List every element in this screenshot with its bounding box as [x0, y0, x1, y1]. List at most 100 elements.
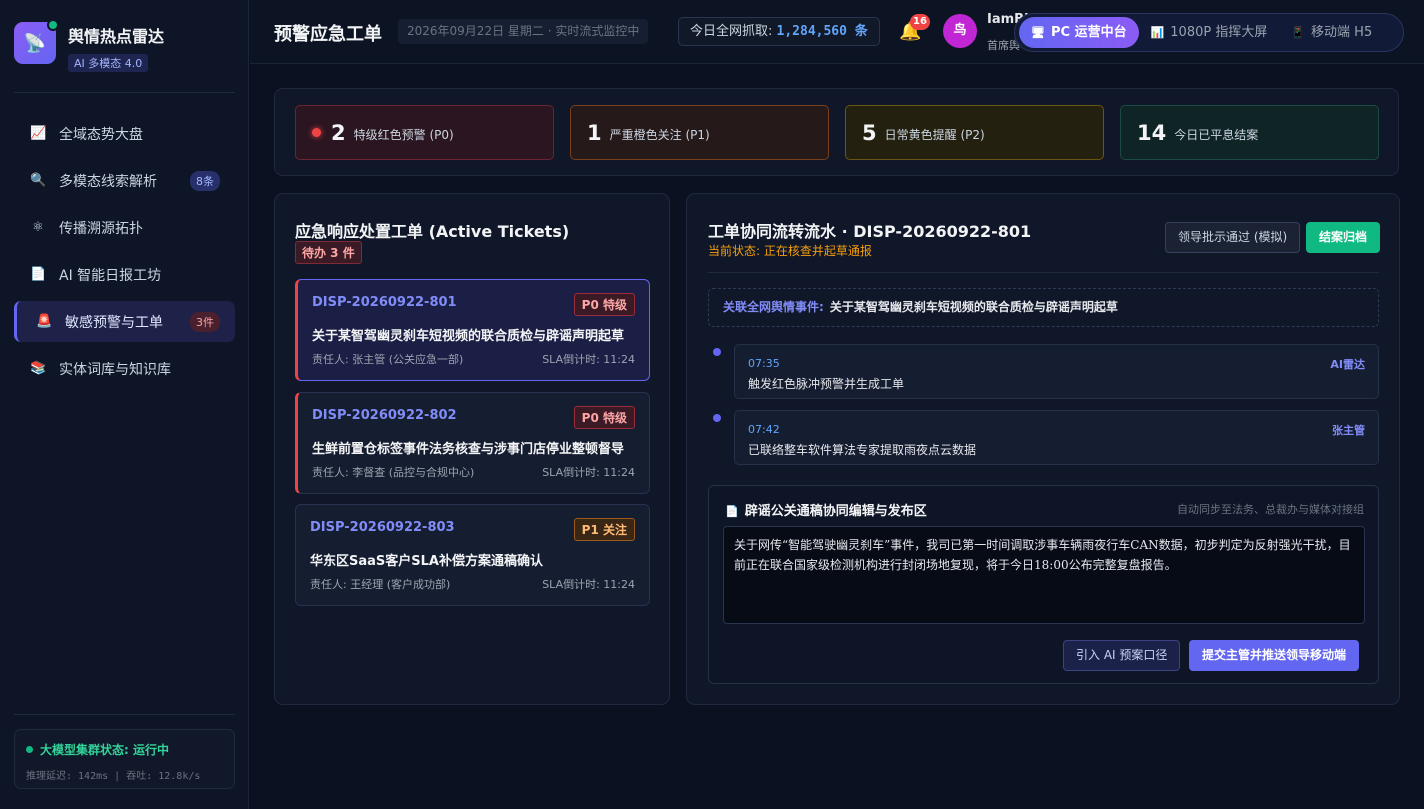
- sidebar-item-label: 传播溯源拓扑: [59, 220, 143, 237]
- brand-badge: AI 多模态 4.0: [68, 54, 149, 72]
- view-bigscreen[interactable]: 📊 1080P 指挥大屏: [1139, 17, 1280, 48]
- sidebar-nav: 📈 全域态势大盘 🔍 多模态线索解析 8条 ⚛ 传播溯源拓扑 📄 AI 智能日报…: [14, 113, 235, 395]
- ticket-owner: 责任人: 张主管 (公关应急一部): [312, 353, 464, 366]
- linked-event-key: 关联全网舆情事件:: [723, 300, 824, 314]
- approve-button[interactable]: 领导批示通过 (模拟): [1165, 222, 1301, 253]
- crawl-value: 1,284,560 条: [776, 24, 868, 39]
- flow-title: 工单协同流转流水 · DISP-20260922-801: [708, 222, 1032, 241]
- cluster-status: 大模型集群状态: 运行中: [40, 743, 169, 757]
- ticket-title: 华东区SaaS客户SLA补偿方案通稿确认: [310, 554, 543, 569]
- status-led-icon: [26, 746, 33, 753]
- stat-number: 14: [1137, 120, 1167, 145]
- page-title: 预警应急工单: [274, 24, 382, 45]
- ticket-sla: SLA倒计时: 11:24: [542, 353, 635, 366]
- timeline-entry: 07:35 AI雷达 触发红色脉冲预警并生成工单: [734, 344, 1379, 399]
- priority-tag: P1 关注: [573, 518, 635, 541]
- ai-template-button[interactable]: 引入 AI 预案口径: [1063, 640, 1181, 671]
- alert-stats-bar: 2 特级红色预警 (P0) 1 严重橙色关注 (P1) 5 日常黄色提醒 (P2…: [274, 88, 1399, 176]
- ticket-card[interactable]: DISP-20260922-801 P0 特级 关于某智驾幽灵刹车短视频的联合质…: [295, 279, 650, 381]
- stat-p1[interactable]: 1 严重橙色关注 (P1): [570, 105, 829, 160]
- sidebar-item-label: 敏感预警与工单: [65, 314, 163, 331]
- timeline-dot: [713, 348, 721, 356]
- cluster-status-card: 大模型集群状态: 运行中 推理延迟: 142ms | 吞吐: 12.8k/s: [14, 729, 235, 789]
- red-pulse-icon: [312, 128, 321, 137]
- timeline-text: 触发红色脉冲预警并生成工单: [748, 377, 905, 391]
- atom-icon: ⚛: [32, 220, 44, 235]
- panel-title: 应急响应处置工单 (Active Tickets): [295, 222, 570, 241]
- brand: 📡 舆情热点雷达 AI 多模态 4.0: [14, 19, 165, 72]
- stat-label: 今日已平息结案: [1174, 128, 1259, 142]
- linked-event-value: 关于某智驾幽灵刹车短视频的联合质检与辟谣声明起草: [829, 300, 1118, 314]
- stat-p2[interactable]: 5 日常黄色提醒 (P2): [845, 105, 1104, 160]
- brand-title: 舆情热点雷达: [68, 27, 165, 46]
- stat-number: 2: [331, 120, 346, 145]
- submit-push-button[interactable]: 提交主管并推送领导移动端: [1189, 640, 1360, 671]
- sidebar-item-label: 多模态线索解析: [59, 173, 157, 190]
- timeline-dot: [713, 414, 721, 422]
- stat-p0[interactable]: 2 特级红色预警 (P0): [295, 105, 554, 160]
- document-icon: 📄: [30, 267, 47, 282]
- sidebar-item-label: 实体词库与知识库: [59, 361, 171, 378]
- sidebar-item-knowledge[interactable]: 📚 实体词库与知识库: [14, 348, 235, 389]
- top-header: 预警应急工单 2026年09月22日 星期二 · 实时流式监控中 今日全网抓取:…: [250, 0, 1424, 64]
- ticket-title: 关于某智驾幽灵刹车短视频的联合质检与辟谣声明起草: [312, 329, 625, 344]
- view-switcher: 🖥 PC 运营中台 📊 1080P 指挥大屏 📱 移动端 H5: [1014, 13, 1404, 52]
- timeline-time: 07:35: [748, 357, 780, 370]
- crawl-label: 今日全网抓取:: [690, 24, 777, 39]
- books-icon: 📚: [30, 361, 47, 376]
- chart-icon: 📈: [30, 126, 47, 141]
- stat-label: 日常黄色提醒 (P2): [884, 128, 985, 142]
- ticket-card[interactable]: DISP-20260922-802 P0 特级 生鲜前置仓标签事件法务核查与涉事…: [295, 392, 650, 494]
- count-badge: 8条: [190, 171, 220, 191]
- pending-badge: 待办 3 件: [295, 241, 362, 264]
- archive-button[interactable]: 结案归档: [1306, 222, 1381, 253]
- sidebar-divider: [14, 714, 235, 715]
- press-release-editor: 📄 辟谣公关通稿协同编辑与发布区 自动同步至法务、总裁办与媒体对接组 关于网传“智…: [708, 485, 1379, 684]
- online-dot: [47, 19, 59, 31]
- view-label: 1080P 指挥大屏: [1170, 25, 1268, 40]
- editor-sync-note: 自动同步至法务、总裁办与媒体对接组: [1177, 503, 1364, 516]
- ticket-card[interactable]: DISP-20260922-803 P1 关注 华东区SaaS客户SLA补偿方案…: [295, 504, 650, 606]
- ticket-owner: 责任人: 王经理 (客户成功部): [310, 578, 451, 591]
- sidebar-item-topology[interactable]: ⚛ 传播溯源拓扑: [14, 207, 235, 248]
- stat-label: 特级红色预警 (P0): [353, 128, 454, 142]
- sidebar-item-overview[interactable]: 📈 全域态势大盘: [14, 113, 235, 154]
- stat-resolved[interactable]: 14 今日已平息结案: [1120, 105, 1379, 160]
- linked-event[interactable]: 关联全网舆情事件: 关于某智驾幽灵刹车短视频的联合质检与辟谣声明起草: [708, 288, 1379, 327]
- sidebar-item-alerts[interactable]: 🚨 敏感预警与工单 3件: [14, 301, 235, 342]
- ticket-id: DISP-20260922-803: [310, 520, 455, 535]
- tickets-panel: 应急响应处置工单 (Active Tickets) 待办 3 件 DISP-20…: [274, 193, 670, 705]
- view-label: 移动端 H5: [1311, 25, 1373, 40]
- notification-badge: 16: [910, 14, 930, 30]
- avatar[interactable]: 鸟: [943, 14, 977, 48]
- magnifier-icon: 🔍: [30, 173, 47, 188]
- ticket-id: DISP-20260922-802: [312, 408, 457, 423]
- view-mobile[interactable]: 📱 移动端 H5: [1279, 17, 1384, 48]
- timeline-actor: AI雷达: [1330, 358, 1365, 371]
- phone-icon: 📱: [1291, 26, 1306, 39]
- ticket-title: 生鲜前置仓标签事件法务核查与涉事门店停业整顿督导: [312, 442, 625, 457]
- timeline-time: 07:42: [748, 423, 780, 436]
- view-pc[interactable]: 🖥 PC 运营中台: [1019, 17, 1139, 48]
- priority-tag: P0 特级: [573, 293, 635, 316]
- stat-number: 1: [587, 120, 602, 145]
- timeline-actor: 张主管: [1332, 424, 1365, 437]
- stat-label: 严重橙色关注 (P1): [609, 128, 710, 142]
- timeline-entry: 07:42 张主管 已联络整车软件算法专家提取雨夜点云数据: [734, 410, 1379, 465]
- ticket-owner: 责任人: 李督查 (品控与合规中心): [312, 466, 475, 479]
- sidebar-divider: [14, 92, 235, 93]
- ticket-sla: SLA倒计时: 11:24: [542, 466, 635, 479]
- bar-chart-icon: 📊: [1150, 26, 1165, 39]
- sidebar-item-daily-report[interactable]: 📄 AI 智能日报工坊: [14, 254, 235, 295]
- ticket-flow-panel: 工单协同流转流水 · DISP-20260922-801 当前状态: 正在核查并…: [686, 193, 1400, 705]
- timeline-text: 已联络整车软件算法专家提取雨夜点云数据: [748, 443, 977, 457]
- flow-status: 当前状态: 正在核查并起草通报: [708, 244, 872, 258]
- press-release-textarea[interactable]: 关于网传“智能驾驶幽灵刹车”事件，我司已第一时间调取涉事车辆雨夜行车CAN数据，…: [723, 526, 1365, 624]
- priority-tag: P0 特级: [573, 406, 635, 429]
- ticket-id: DISP-20260922-801: [312, 295, 457, 310]
- flow-divider: [708, 272, 1379, 273]
- view-label: PC 运营中台: [1050, 25, 1127, 40]
- sidebar-item-multimodal[interactable]: 🔍 多模态线索解析 8条: [14, 160, 235, 201]
- monitor-icon: 🖥: [1031, 26, 1045, 39]
- count-badge: 3件: [190, 312, 220, 332]
